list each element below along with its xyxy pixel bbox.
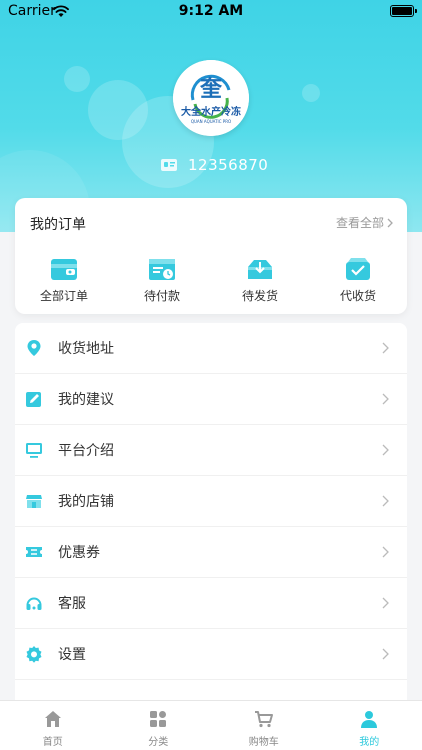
wallet-icon (51, 259, 77, 280)
view-all-orders-link[interactable]: 查看全部 (336, 214, 393, 231)
order-pending-payment-label: 待付款 (143, 289, 180, 303)
tab-mine[interactable]: 我的 (317, 701, 422, 750)
tab-category[interactable]: 分类 (106, 701, 212, 750)
menu-item-my-store-label: 我的店铺 (58, 494, 114, 510)
menu-item-coupons[interactable]: 优惠券 (15, 527, 407, 578)
orders-title: 我的订单 (30, 217, 86, 233)
tab-cart-label: 购物车 (248, 737, 279, 748)
menu-item-platform-intro-label: 平台介绍 (58, 443, 114, 459)
menu-item-address-label: 收货地址 (58, 341, 114, 357)
menu-item-address[interactable]: 收货地址 (15, 323, 407, 374)
chevron-right-icon (382, 444, 389, 456)
menu-item-coupons-label: 优惠券 (58, 545, 100, 561)
order-all-label: 全部订单 (39, 289, 88, 303)
menu-item-settings-label: 设置 (58, 647, 86, 663)
clock: 9:12 AM (178, 3, 244, 19)
chevron-right-icon (382, 597, 389, 609)
order-pending-payment-button[interactable]: 待付款 (113, 256, 211, 304)
pending-payment-icon (149, 259, 175, 280)
user-id: 12356870 (188, 156, 269, 174)
my-orders-card: 我的订单 查看全部 全部订单 待付款 待发货 代收货 (15, 198, 407, 314)
home-icon (44, 711, 61, 727)
chevron-right-icon (387, 218, 393, 227)
company-logo: 奎 大全水产冷冻 QUAN AQUATIC PRO (173, 60, 249, 136)
view-all-label: 查看全部 (335, 216, 384, 230)
menu-item-customer-service[interactable]: 客服 (15, 578, 407, 629)
menu-item-suggestions-label: 我的建议 (58, 392, 114, 408)
tab-cart[interactable]: 购物车 (211, 701, 317, 750)
menu-item-suggestions[interactable]: 我的建议 (15, 374, 407, 425)
location-pin-icon (27, 340, 41, 356)
coupon-icon (26, 547, 42, 557)
logo-mark: 奎 (199, 76, 223, 102)
monitor-icon (26, 443, 42, 458)
menu-item-customer-service-label: 客服 (58, 596, 86, 612)
user-id-row: 12356870 (160, 154, 268, 176)
order-pending-receipt-label: 代收货 (339, 289, 376, 303)
id-card-icon (161, 159, 177, 171)
category-icon (150, 711, 167, 727)
menu-item-platform-intro[interactable]: 平台介绍 (15, 425, 407, 476)
tab-mine-label: 我的 (359, 737, 380, 748)
cart-icon (254, 711, 273, 728)
gear-icon (26, 646, 42, 663)
menu-item-my-store[interactable]: 我的店铺 (15, 476, 407, 527)
headset-icon (26, 597, 42, 610)
decorative-bubble (302, 84, 320, 102)
tab-home-label: 首页 (42, 737, 63, 748)
order-pending-shipment-label: 待发货 (241, 289, 278, 303)
tab-home[interactable]: 首页 (0, 701, 106, 750)
avatar[interactable]: 奎 大全水产冷冻 QUAN AQUATIC PRO (173, 60, 249, 136)
chevron-right-icon (382, 495, 389, 507)
order-pending-shipment-button[interactable]: 待发货 (211, 256, 309, 304)
order-pending-receipt-button[interactable]: 代收货 (309, 256, 407, 304)
logo-text-cn: 大全水产冷冻 (181, 105, 241, 118)
chevron-right-icon (382, 393, 389, 405)
decorative-bubble (64, 66, 90, 92)
bottom-tab-bar: 首页 分类 购物车 我的 (0, 700, 422, 750)
person-icon (361, 711, 378, 728)
pending-shipment-icon (248, 260, 272, 279)
chevron-right-icon (382, 546, 389, 558)
menu-list: 收货地址 我的建议 平台介绍 我的店铺 优惠券 客服 设置 (15, 323, 407, 713)
tab-category-label: 分类 (148, 737, 169, 748)
pending-receipt-icon (346, 258, 370, 280)
status-bar: Carrier 9:12 AM (0, 0, 422, 24)
chevron-right-icon (382, 648, 389, 660)
logo-text-en: QUAN AQUATIC PRO (191, 119, 231, 124)
menu-item-settings[interactable]: 设置 (15, 629, 407, 680)
edit-icon (26, 392, 41, 407)
chevron-right-icon (382, 342, 389, 354)
order-all-button[interactable]: 全部订单 (15, 256, 113, 304)
store-icon (26, 495, 42, 508)
battery-icon (390, 5, 417, 17)
